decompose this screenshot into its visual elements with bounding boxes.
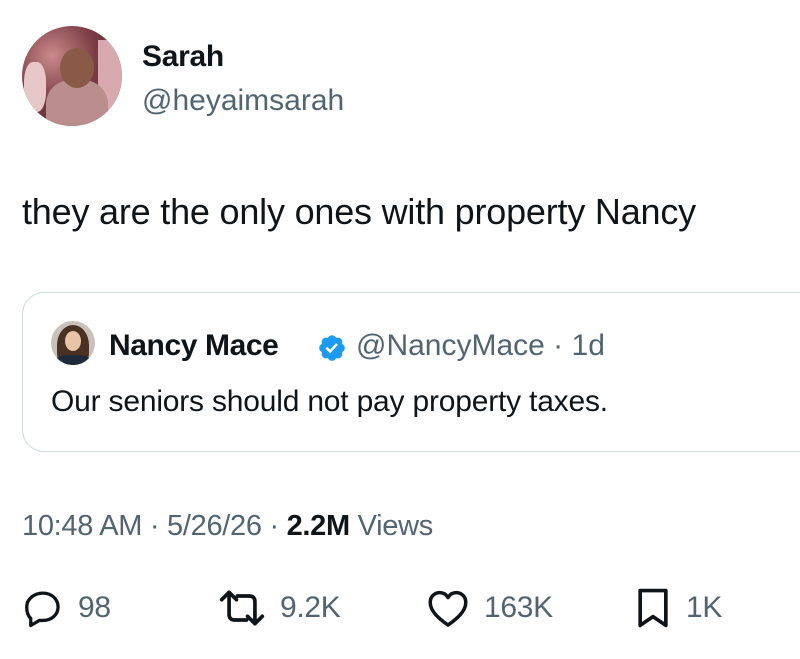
meta-separator: · (269, 510, 279, 542)
reply-count: 98 (78, 591, 111, 624)
author-handle[interactable]: @heyaimsarah (142, 84, 344, 118)
reply-button[interactable]: 98 (22, 586, 111, 630)
author-display-name[interactable]: Sarah (142, 40, 224, 74)
quoted-author-handle-time[interactable]: @NancyMace · 1d (356, 329, 605, 363)
quoted-author-name[interactable]: Nancy Mace (109, 329, 279, 363)
bookmark-button[interactable]: 1K (634, 586, 722, 630)
quoted-tweet-card[interactable]: Nancy Mace @NancyMace · 1d Our seniors s… (22, 292, 800, 452)
tweet-time[interactable]: 10:48 AM (22, 510, 142, 542)
tweet: Sarah @heyaimsarah they are the only one… (0, 0, 800, 659)
views-count: 2.2M (286, 510, 351, 542)
like-count: 163K (484, 591, 553, 624)
verified-badge-icon (319, 335, 345, 361)
tweet-meta: 10:48 AM · 5/26/26 · 2.2M Views (22, 510, 433, 543)
quoted-author-avatar[interactable] (51, 321, 95, 365)
meta-separator: · (149, 510, 160, 542)
views-label: Views (357, 510, 434, 542)
bookmark-icon (638, 588, 668, 628)
heart-icon (428, 590, 468, 627)
repost-count: 9.2K (280, 591, 341, 624)
like-button[interactable]: 163K (426, 586, 553, 630)
reply-icon (25, 591, 60, 628)
repost-button[interactable]: 9.2K (218, 586, 341, 630)
tweet-date[interactable]: 5/26/26 (167, 510, 262, 542)
bookmark-count: 1K (686, 591, 723, 624)
tweet-text: they are the only ones with property Nan… (22, 191, 696, 232)
quoted-tweet-text: Our seniors should not pay property taxe… (51, 385, 608, 418)
repost-icon (219, 590, 265, 626)
author-avatar[interactable] (22, 26, 122, 126)
